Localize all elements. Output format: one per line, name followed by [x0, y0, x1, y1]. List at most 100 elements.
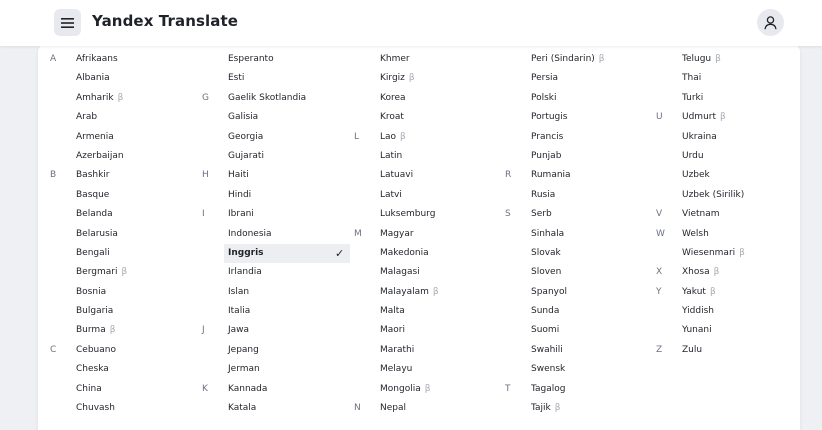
language-item[interactable]: Korea — [354, 89, 504, 108]
language-item[interactable]: Prancis — [505, 128, 655, 147]
language-item[interactable]: Suomi — [505, 321, 655, 340]
language-name: Persia — [531, 73, 559, 84]
language-item[interactable]: Kirgiz β — [354, 69, 504, 88]
language-item[interactable]: Luksemburg — [354, 205, 504, 224]
language-item[interactable]: Cheska — [50, 360, 200, 379]
language-item[interactable]: Telugu β — [656, 50, 806, 69]
language-item[interactable]: Azerbaijan — [50, 147, 200, 166]
language-item[interactable]: Uzbek — [656, 166, 806, 185]
language-item[interactable]: I Ibrani — [202, 205, 352, 224]
language-item[interactable]: Bosnia — [50, 283, 200, 302]
language-item[interactable]: Makedonia — [354, 244, 504, 263]
language-item[interactable]: Wiesenmari β — [656, 244, 806, 263]
language-item[interactable]: Basque — [50, 186, 200, 205]
language-item[interactable]: Katala — [202, 399, 352, 418]
language-item[interactable]: X Xhosa β — [656, 263, 806, 282]
language-name: Serb — [531, 209, 552, 220]
hamburger-menu-icon[interactable] — [54, 9, 81, 36]
language-item[interactable]: Islan — [202, 283, 352, 302]
language-item[interactable]: Malta — [354, 302, 504, 321]
language-item[interactable]: Marathi — [354, 341, 504, 360]
language-item[interactable]: Sunda — [505, 302, 655, 321]
language-item[interactable]: Irlandia — [202, 263, 352, 282]
language-item[interactable]: Belanda — [50, 205, 200, 224]
language-item[interactable]: G Gaelik Skotlandia — [202, 89, 352, 108]
language-item[interactable]: Khmer — [354, 50, 504, 69]
language-item[interactable]: Persia — [505, 69, 655, 88]
language-item[interactable]: Latuavi — [354, 166, 504, 185]
language-item[interactable]: Uzbek (Sirilik) — [656, 186, 806, 205]
language-item[interactable]: Armenia — [50, 128, 200, 147]
language-item[interactable]: Chuvash — [50, 399, 200, 418]
language-item[interactable]: Melayu — [354, 360, 504, 379]
language-item[interactable]: Spanyol — [505, 283, 655, 302]
language-item[interactable]: Bengali — [50, 244, 200, 263]
language-item[interactable]: Burma β — [50, 321, 200, 340]
language-item[interactable]: Thai — [656, 69, 806, 88]
language-item[interactable]: Slovak — [505, 244, 655, 263]
language-item[interactable]: Bergmari β — [50, 263, 200, 282]
language-item[interactable]: Y Yakut β — [656, 283, 806, 302]
language-item[interactable]: Yunani — [656, 321, 806, 340]
language-item[interactable]: T Tagalog — [505, 380, 655, 399]
language-item[interactable]: Z Zulu — [656, 341, 806, 360]
language-item[interactable]: Esperanto — [202, 50, 352, 69]
language-item[interactable]: H Haiti — [202, 166, 352, 185]
language-item[interactable]: Jerman — [202, 360, 352, 379]
language-item[interactable]: Jepang — [202, 341, 352, 360]
language-item[interactable]: R Rumania — [505, 166, 655, 185]
language-item[interactable]: Indonesia — [202, 225, 352, 244]
language-item[interactable]: N Nepal — [354, 399, 504, 418]
language-item[interactable]: Malagasi — [354, 263, 504, 282]
language-item[interactable]: Mongolia β — [354, 380, 504, 399]
language-item[interactable]: Turki — [656, 89, 806, 108]
language-item[interactable]: W Welsh — [656, 225, 806, 244]
beta-badge: β — [121, 267, 128, 278]
language-item[interactable]: Portugis — [505, 108, 655, 127]
language-item[interactable]: Rusia — [505, 186, 655, 205]
language-item[interactable]: Maori — [354, 321, 504, 340]
language-item[interactable]: Tajik β — [505, 399, 655, 418]
language-item[interactable]: U Udmurt β — [656, 108, 806, 127]
language-item[interactable]: B Bashkir — [50, 166, 200, 185]
language-item[interactable]: A Afrikaans — [50, 50, 200, 69]
language-item[interactable]: J Jawa — [202, 321, 352, 340]
language-item[interactable]: L Lao β — [354, 128, 504, 147]
user-icon[interactable] — [757, 9, 784, 36]
language-item[interactable]: Sloven — [505, 263, 655, 282]
language-item[interactable]: Ukraina — [656, 128, 806, 147]
language-item[interactable]: Esti — [202, 69, 352, 88]
language-item[interactable]: China — [50, 380, 200, 399]
language-item[interactable]: Punjab — [505, 147, 655, 166]
app-title[interactable]: Yandex Translate — [92, 12, 238, 30]
language-item[interactable]: Urdu — [656, 147, 806, 166]
language-item[interactable]: Arab — [50, 108, 200, 127]
language-item[interactable]: Hindi — [202, 186, 352, 205]
language-item[interactable]: Sinhala — [505, 225, 655, 244]
language-item[interactable]: Belarusia — [50, 225, 200, 244]
language-item[interactable]: Yiddish — [656, 302, 806, 321]
language-item[interactable]: Latvi — [354, 186, 504, 205]
language-item[interactable]: Swahili — [505, 341, 655, 360]
language-item[interactable]: Bulgaria — [50, 302, 200, 321]
language-item[interactable]: Polski — [505, 89, 655, 108]
language-item[interactable]: Italia — [202, 302, 352, 321]
language-item[interactable]: Galisia — [202, 108, 352, 127]
language-item[interactable]: Georgia — [202, 128, 352, 147]
language-item[interactable]: Kroat — [354, 108, 504, 127]
language-item[interactable]: M Magyar — [354, 225, 504, 244]
language-item-selected[interactable]: Inggris ✓ — [202, 243, 352, 264]
alphabet-letter: N — [354, 403, 361, 414]
language-item[interactable]: Peri (Sindarin) β — [505, 50, 655, 69]
language-item[interactable]: Gujarati — [202, 147, 352, 166]
language-name: Wiesenmari β — [682, 247, 745, 258]
language-item[interactable]: Swensk — [505, 360, 655, 379]
language-item[interactable]: C Cebuano — [50, 341, 200, 360]
language-item[interactable]: Amharik β — [50, 89, 200, 108]
language-item[interactable]: S Serb — [505, 205, 655, 224]
language-item[interactable]: Albania — [50, 69, 200, 88]
language-item[interactable]: Malayalam β — [354, 283, 504, 302]
language-item[interactable]: V Vietnam — [656, 205, 806, 224]
language-item[interactable]: Latin — [354, 147, 504, 166]
language-item[interactable]: K Kannada — [202, 380, 352, 399]
